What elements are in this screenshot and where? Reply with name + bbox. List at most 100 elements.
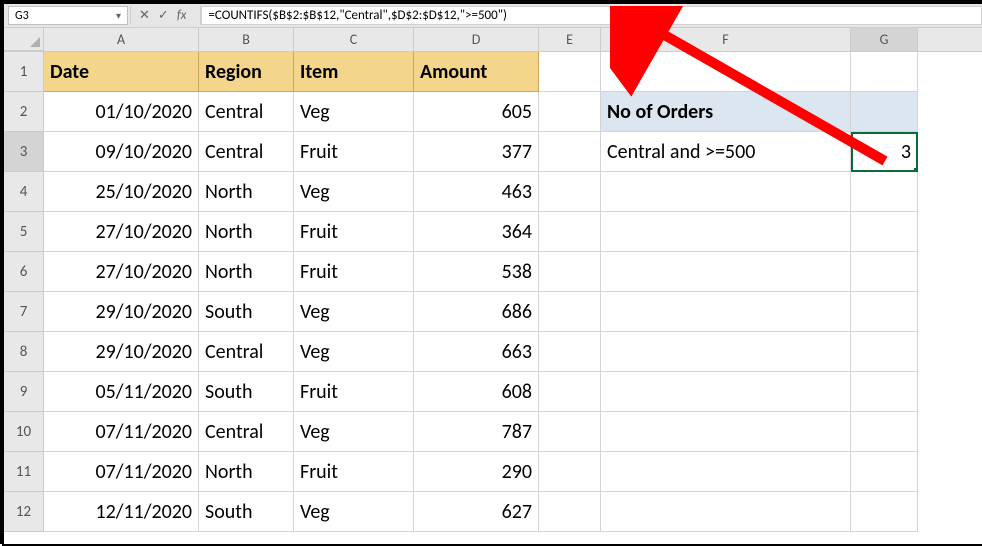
cell-F8[interactable] <box>601 332 851 372</box>
cell-C12[interactable]: Veg <box>294 492 414 532</box>
cell-G4[interactable] <box>851 172 918 212</box>
cell-A2[interactable]: 01/10/2020 <box>44 92 199 132</box>
cell-F9[interactable] <box>601 372 851 412</box>
cell-B4[interactable]: North <box>199 172 294 212</box>
formula-input[interactable]: =COUNTIFS($B$2:$B$12,"Central",$D$2:$D$1… <box>201 6 982 25</box>
cell-E5[interactable] <box>539 212 601 252</box>
row-header-4[interactable]: 4 <box>4 172 44 212</box>
cell-C5[interactable]: Fruit <box>294 212 414 252</box>
cell-A11[interactable]: 07/11/2020 <box>44 452 199 492</box>
row-header-2[interactable]: 2 <box>4 92 44 132</box>
cell-C2[interactable]: Veg <box>294 92 414 132</box>
cell-E9[interactable] <box>539 372 601 412</box>
cell-D12[interactable]: 627 <box>414 492 539 532</box>
cell-E11[interactable] <box>539 452 601 492</box>
cell-G7[interactable] <box>851 292 918 332</box>
cell-A12[interactable]: 12/11/2020 <box>44 492 199 532</box>
cell-F2[interactable]: No of Orders <box>601 92 851 132</box>
cell-F10[interactable] <box>601 412 851 452</box>
cell-C1[interactable]: Item <box>294 52 414 92</box>
cell-G8[interactable] <box>851 332 918 372</box>
cell-C7[interactable]: Veg <box>294 292 414 332</box>
cell-F12[interactable] <box>601 492 851 532</box>
col-header-E[interactable]: E <box>539 28 601 51</box>
col-header-B[interactable]: B <box>199 28 294 51</box>
cell-A9[interactable]: 05/11/2020 <box>44 372 199 412</box>
cell-G9[interactable] <box>851 372 918 412</box>
cell-E12[interactable] <box>539 492 601 532</box>
cell-C10[interactable]: Veg <box>294 412 414 452</box>
cell-F11[interactable] <box>601 452 851 492</box>
row-header-7[interactable]: 7 <box>4 292 44 332</box>
cell-E7[interactable] <box>539 292 601 332</box>
cell-A1[interactable]: Date <box>44 52 199 92</box>
cell-A3[interactable]: 09/10/2020 <box>44 132 199 172</box>
cell-B9[interactable]: South <box>199 372 294 412</box>
col-header-D[interactable]: D <box>414 28 539 51</box>
cell-A7[interactable]: 29/10/2020 <box>44 292 199 332</box>
cell-C3[interactable]: Fruit <box>294 132 414 172</box>
cell-D3[interactable]: 377 <box>414 132 539 172</box>
row-header-5[interactable]: 5 <box>4 212 44 252</box>
cell-A6[interactable]: 27/10/2020 <box>44 252 199 292</box>
enter-icon[interactable]: ✓ <box>158 9 169 22</box>
fx-icon[interactable]: fx <box>177 9 187 22</box>
cell-B2[interactable]: Central <box>199 92 294 132</box>
chevron-down-icon[interactable]: ▾ <box>116 9 121 22</box>
cell-D6[interactable]: 538 <box>414 252 539 292</box>
cell-D1[interactable]: Amount <box>414 52 539 92</box>
cell-G11[interactable] <box>851 452 918 492</box>
cell-E2[interactable] <box>539 92 601 132</box>
col-header-A[interactable]: A <box>44 28 199 51</box>
cell-E1[interactable] <box>539 52 601 92</box>
cell-D10[interactable]: 787 <box>414 412 539 452</box>
cell-G2[interactable] <box>851 92 918 132</box>
cell-B1[interactable]: Region <box>199 52 294 92</box>
cell-B10[interactable]: Central <box>199 412 294 452</box>
cell-B5[interactable]: North <box>199 212 294 252</box>
cell-F3[interactable]: Central and >=500 <box>601 132 851 172</box>
col-header-F[interactable]: F <box>601 28 851 51</box>
cell-F6[interactable] <box>601 252 851 292</box>
cell-G1[interactable] <box>851 52 918 92</box>
cell-B6[interactable]: North <box>199 252 294 292</box>
row-header-9[interactable]: 9 <box>4 372 44 412</box>
cell-F1[interactable] <box>601 52 851 92</box>
cell-G5[interactable] <box>851 212 918 252</box>
cell-B8[interactable]: Central <box>199 332 294 372</box>
cell-D11[interactable]: 290 <box>414 452 539 492</box>
cell-A5[interactable]: 27/10/2020 <box>44 212 199 252</box>
cell-B11[interactable]: North <box>199 452 294 492</box>
cell-A10[interactable]: 07/11/2020 <box>44 412 199 452</box>
name-box[interactable]: G3 ▾ <box>8 6 128 25</box>
col-header-C[interactable]: C <box>294 28 414 51</box>
select-all-corner[interactable] <box>4 28 44 51</box>
cell-F4[interactable] <box>601 172 851 212</box>
cancel-icon[interactable]: ✕ <box>139 9 150 22</box>
cell-F7[interactable] <box>601 292 851 332</box>
row-header-11[interactable]: 11 <box>4 452 44 492</box>
cell-E4[interactable] <box>539 172 601 212</box>
cell-D7[interactable]: 686 <box>414 292 539 332</box>
row-header-3[interactable]: 3 <box>4 132 44 172</box>
cell-G3[interactable]: 3 <box>851 132 918 172</box>
row-header-10[interactable]: 10 <box>4 412 44 452</box>
cell-E8[interactable] <box>539 332 601 372</box>
cell-B12[interactable]: South <box>199 492 294 532</box>
cell-D4[interactable]: 463 <box>414 172 539 212</box>
row-header-6[interactable]: 6 <box>4 252 44 292</box>
cell-C4[interactable]: Veg <box>294 172 414 212</box>
cell-G12[interactable] <box>851 492 918 532</box>
cell-C9[interactable]: Fruit <box>294 372 414 412</box>
row-header-8[interactable]: 8 <box>4 332 44 372</box>
cell-D5[interactable]: 364 <box>414 212 539 252</box>
cell-D9[interactable]: 608 <box>414 372 539 412</box>
cell-E6[interactable] <box>539 252 601 292</box>
cell-D8[interactable]: 663 <box>414 332 539 372</box>
cell-A8[interactable]: 29/10/2020 <box>44 332 199 372</box>
row-header-1[interactable]: 1 <box>4 52 44 92</box>
cell-B3[interactable]: Central <box>199 132 294 172</box>
cell-C8[interactable]: Veg <box>294 332 414 372</box>
cell-F5[interactable] <box>601 212 851 252</box>
cell-B7[interactable]: South <box>199 292 294 332</box>
